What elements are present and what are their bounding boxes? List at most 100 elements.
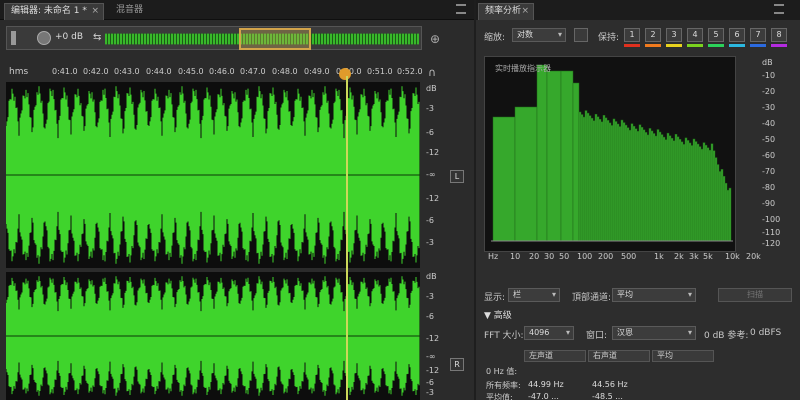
ref-value[interactable]: 0 dBFS bbox=[750, 328, 781, 338]
display-row: 显示: 栏 頂部通道: 平均 扫描 bbox=[484, 288, 794, 304]
spectrum-bar bbox=[600, 121, 604, 242]
ruler-tick: 0:41.0 bbox=[52, 67, 78, 76]
hold-swatch-1 bbox=[624, 44, 640, 47]
hz-axis-tick: 200 bbox=[598, 252, 614, 261]
advanced-section-toggle[interactable]: ▼ 高级 bbox=[484, 308, 512, 321]
channel-r-toggle[interactable]: R bbox=[450, 358, 464, 371]
hold-button-5[interactable]: 5 bbox=[708, 28, 724, 42]
db-tick: -6 bbox=[426, 128, 434, 137]
db-axis-tick: -80 bbox=[762, 183, 776, 192]
spectrum-bar bbox=[492, 116, 516, 242]
spectrum-bar bbox=[718, 171, 722, 242]
channel-left-waveform[interactable] bbox=[6, 82, 420, 268]
spectrum-bar bbox=[662, 136, 666, 242]
spectrum-bar bbox=[598, 119, 602, 242]
spectrum-bar bbox=[646, 134, 650, 242]
spectrum-bar bbox=[590, 117, 594, 242]
window-select[interactable]: 汉恩 bbox=[612, 326, 696, 340]
fft-size-select[interactable]: 4096 bbox=[524, 326, 574, 340]
playhead-handle[interactable] bbox=[339, 68, 351, 80]
db-axis-tick: -110 bbox=[762, 228, 781, 237]
hold-button-6[interactable]: 6 bbox=[729, 28, 745, 42]
hold-button-2[interactable]: 2 bbox=[645, 28, 661, 42]
spectrum-bar bbox=[700, 148, 704, 242]
tab-editor[interactable]: 编辑器: 未命名 1 * × bbox=[4, 3, 104, 20]
ruler-unit: hms bbox=[9, 67, 29, 77]
headphone-icon[interactable]: ∩ bbox=[428, 66, 436, 79]
spectrum-bar bbox=[596, 116, 600, 242]
spectrum-bar bbox=[630, 123, 634, 242]
hold-swatch-2 bbox=[645, 44, 661, 47]
tab-mixer[interactable]: 混音器 bbox=[110, 3, 170, 20]
zoom-icon[interactable]: ⊕ bbox=[430, 32, 444, 46]
hold-button-7[interactable]: 7 bbox=[750, 28, 766, 42]
close-icon[interactable]: × bbox=[521, 4, 529, 19]
playhead-line[interactable] bbox=[346, 76, 348, 400]
spectrum-bar bbox=[670, 137, 674, 242]
spectrum-display[interactable]: 实时播放指示器 bbox=[484, 56, 736, 252]
spectrum-bar bbox=[572, 82, 580, 242]
spectrum-bar bbox=[606, 120, 610, 242]
spectrum-bar bbox=[690, 145, 694, 242]
spectrum-bar bbox=[676, 136, 680, 242]
hold-button-1[interactable]: 1 bbox=[624, 28, 640, 42]
hold-swatch-4 bbox=[687, 44, 703, 47]
stats-table: 左声道 右声道 平均 0 Hz 值: 所有频率: 平均值: 44.99 Hz 4… bbox=[484, 348, 794, 400]
panel-menu-icon[interactable] bbox=[456, 4, 466, 14]
db-tick: dB bbox=[426, 84, 437, 93]
window-label: 窗口: bbox=[586, 331, 608, 341]
time-ruler[interactable]: hms 0:41.0 0:42.0 0:43.0 0:44.0 0:45.0 0… bbox=[6, 64, 423, 80]
display-select[interactable]: 栏 bbox=[508, 288, 560, 302]
db-tick: dB bbox=[426, 272, 437, 281]
hold-swatch-8 bbox=[771, 44, 787, 47]
fft-size-label: FFT 大小: bbox=[484, 331, 524, 341]
volume-knob[interactable] bbox=[37, 31, 51, 45]
hold-button-4[interactable]: 4 bbox=[687, 28, 703, 42]
spectrum-bar bbox=[716, 164, 720, 242]
table-row-label: 平均值: bbox=[486, 393, 513, 400]
scan-button[interactable]: 扫描 bbox=[718, 288, 792, 302]
spectrum-bar bbox=[604, 117, 608, 242]
db-tick: -6 bbox=[426, 378, 434, 387]
speaker-icon[interactable] bbox=[11, 31, 23, 45]
db-tick: -3 bbox=[426, 104, 434, 113]
spectrum-bar bbox=[616, 123, 620, 242]
spectrum-bar bbox=[632, 125, 636, 242]
close-icon[interactable]: × bbox=[91, 4, 99, 19]
spectrum-bar bbox=[658, 131, 662, 242]
hz-axis-tick: 20 bbox=[529, 252, 540, 261]
spectrum-bar bbox=[678, 139, 682, 242]
spectrum-bar bbox=[594, 113, 598, 242]
table-cell: 44.99 Hz bbox=[528, 380, 564, 389]
spectrum-db-axis: dB -10 -20 -30 -40 -50 -60 -70 -80 -90 -… bbox=[738, 56, 781, 252]
db-tick: -6 bbox=[426, 312, 434, 321]
channel-l-toggle[interactable]: L bbox=[450, 170, 464, 183]
spectrum-bar bbox=[638, 124, 642, 242]
spectrum-bar bbox=[674, 134, 678, 242]
hold-button-3[interactable]: 3 bbox=[666, 28, 682, 42]
tab-editor-label: 编辑器: 未命名 1 * bbox=[11, 6, 87, 16]
spectrum-title: 实时播放指示器 bbox=[495, 64, 551, 73]
ruler-tick: 0:43.0 bbox=[114, 67, 140, 76]
hz-axis-tick: 20k bbox=[746, 252, 761, 261]
db-axis-tick: -70 bbox=[762, 167, 776, 176]
spectrum-bar bbox=[702, 142, 706, 242]
fft-row: FFT 大小: 4096 窗口: 汉恩 0 dB 参考: 0 dBFS bbox=[484, 326, 794, 342]
snapshot-icon[interactable] bbox=[574, 28, 588, 42]
link-icon[interactable]: ⇆ bbox=[93, 32, 101, 43]
tab-mixer-label: 混音器 bbox=[116, 5, 144, 15]
hold-button-8[interactable]: 8 bbox=[771, 28, 787, 42]
gain-readout: +0 dB bbox=[55, 32, 84, 42]
tab-frequency-analysis[interactable]: 频率分析 × bbox=[478, 3, 534, 20]
hz-axis-tick: Hz bbox=[488, 252, 499, 261]
channel-right-waveform[interactable] bbox=[6, 272, 420, 400]
db-tick: -12 bbox=[426, 148, 440, 157]
panel-menu-icon[interactable] bbox=[774, 4, 784, 14]
overview-selection[interactable] bbox=[239, 28, 311, 50]
db-axis-tick: -40 bbox=[762, 119, 776, 128]
db-scale-left: dB -3 -6 -12 -∞ -12 -6 -3 bbox=[422, 82, 452, 268]
scale-select[interactable]: 对数 bbox=[512, 28, 566, 42]
spectrum-bar bbox=[546, 70, 562, 242]
table-cell: 44.56 Hz bbox=[592, 380, 628, 389]
channel-select[interactable]: 平均 bbox=[612, 288, 696, 302]
